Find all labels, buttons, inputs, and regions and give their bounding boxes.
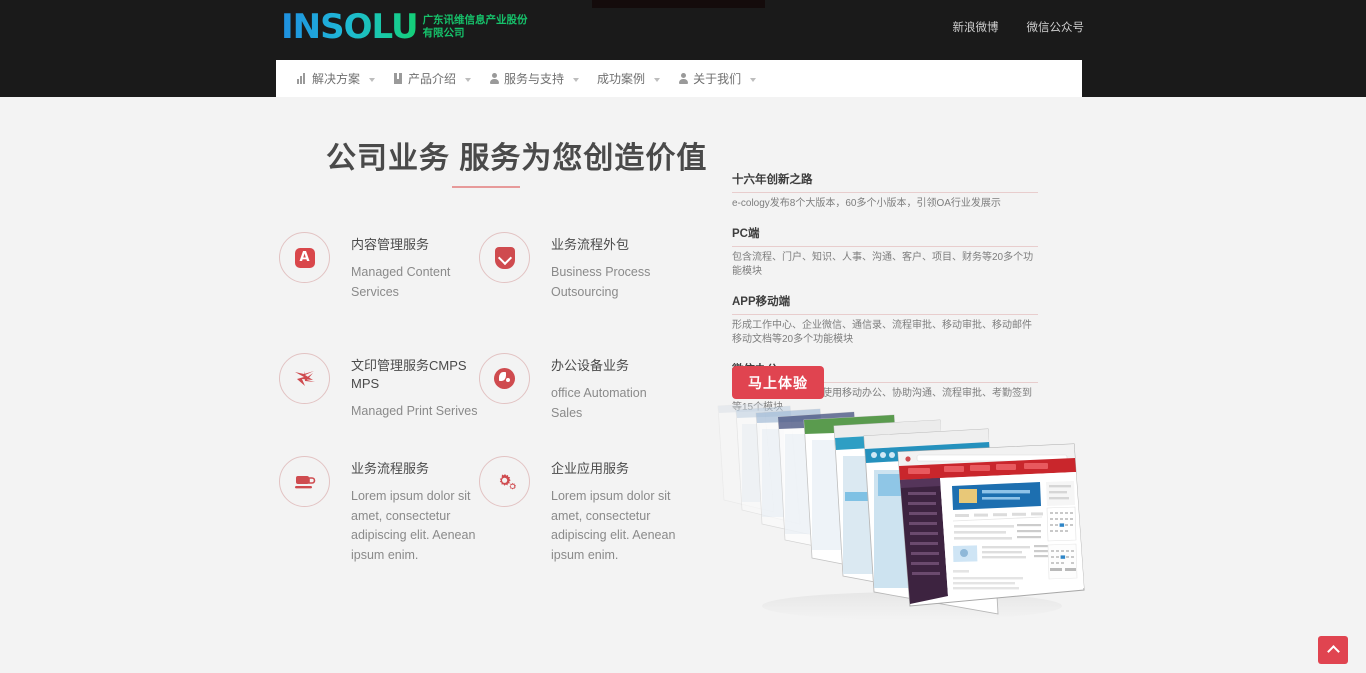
service-title: 内容管理服务 <box>351 237 430 252</box>
globe-icon <box>494 368 515 389</box>
service-text: 文印管理服务CMPS MPS Managed Print Serives <box>351 353 479 422</box>
service-item-business-process-service[interactable]: 业务流程服务 Lorem ipsum dolor sit amet, conse… <box>279 456 479 565</box>
service-icon-circle <box>479 456 530 507</box>
feature-title: PC端 <box>732 226 1038 247</box>
nav-item-services-support[interactable]: 服务与支持 <box>480 60 588 97</box>
service-title: 文印管理服务CMPS MPS <box>351 358 467 391</box>
service-icon-circle <box>279 353 330 404</box>
service-description: Business Process Outsourcing <box>551 265 651 299</box>
service-item-business-process-outsourcing[interactable]: 业务流程外包 Business Process Outsourcing <box>479 232 679 302</box>
person-icon <box>489 73 500 84</box>
service-text: 业务流程服务 Lorem ipsum dolor sit amet, conse… <box>351 456 479 565</box>
nav-item-cases-label: 成功案例 <box>597 71 646 86</box>
nav-item-about-us[interactable]: 关于我们 <box>669 60 765 97</box>
service-description: Managed Print Serives <box>351 404 478 418</box>
services-row: 业务流程服务 Lorem ipsum dolor sit amet, conse… <box>279 456 679 565</box>
product-screenshot-stack <box>712 400 1092 625</box>
service-text: 企业应用服务 Lorem ipsum dolor sit amet, conse… <box>551 456 679 565</box>
logo-wordmark: INSOLU <box>281 7 419 47</box>
chevron-down-icon <box>654 77 661 82</box>
gears-icon <box>499 473 516 489</box>
book-icon <box>393 73 403 84</box>
title-underline <box>452 186 520 188</box>
service-description: Managed Content Services <box>351 265 451 299</box>
services-row: A 内容管理服务 Managed Content Services 业务流程外包… <box>279 232 679 302</box>
service-icon-circle: A <box>279 232 330 283</box>
social-link-wechat[interactable]: 微信公众号 <box>1027 21 1085 35</box>
service-text: 业务流程外包 Business Process Outsourcing <box>551 232 679 302</box>
chevron-down-icon <box>573 77 580 82</box>
service-icon-circle <box>479 232 530 283</box>
chevron-down-icon <box>465 77 472 82</box>
feature-description: e-cology发布8个大版本，60多个小版本，引领OA行业发展示 <box>732 198 1001 209</box>
service-description: Lorem ipsum dolor sit amet, consectetur … <box>351 489 476 562</box>
site-logo[interactable]: INSOLU 广东讯维信息产业股份 有限公司 <box>281 10 528 44</box>
top-accent-stripe <box>592 0 765 8</box>
nav-item-services-support-label: 服务与支持 <box>504 71 565 86</box>
service-title: 业务流程服务 <box>351 461 430 476</box>
person-icon <box>678 73 689 84</box>
service-item-office-automation[interactable]: 办公设备业务 office Automation Sales <box>479 353 679 423</box>
page-title: 公司业务 服务为您创造价值 <box>326 142 708 175</box>
feature-item-pc: PC端 包含流程、门户、知识、人事、沟通、客户、项目、财务等20多个功能模块 <box>732 226 1038 279</box>
service-icon-circle <box>279 456 330 507</box>
social-link-weibo[interactable]: 新浪微博 <box>953 21 999 35</box>
service-item-managed-content[interactable]: A 内容管理服务 Managed Content Services <box>279 232 479 302</box>
service-item-enterprise-application[interactable]: 企业应用服务 Lorem ipsum dolor sit amet, conse… <box>479 456 679 565</box>
service-item-managed-print[interactable]: 文印管理服务CMPS MPS Managed Print Serives <box>279 353 479 423</box>
logo-company-name-cn: 广东讯维信息产业股份 有限公司 <box>422 14 528 39</box>
social-links: 新浪微博 微信公众号 <box>953 21 1085 35</box>
service-description: Lorem ipsum dolor sit amet, consectetur … <box>551 489 676 562</box>
feature-item-innovation: 十六年创新之路 e-cology发布8个大版本，60多个小版本，引领OA行业发展… <box>732 172 1038 211</box>
nav-item-products[interactable]: 产品介绍 <box>384 60 480 97</box>
services-row: 文印管理服务CMPS MPS Managed Print Serives 办公设… <box>279 353 679 423</box>
service-icon-circle <box>479 353 530 404</box>
feature-description: 包含流程、门户、知识、人事、沟通、客户、项目、财务等20多个功能模块 <box>732 252 1034 277</box>
shield-chevron-down-icon <box>494 246 515 269</box>
chevron-down-icon <box>750 77 757 82</box>
feature-title: 十六年创新之路 <box>732 172 1038 193</box>
service-title: 企业应用服务 <box>551 461 630 476</box>
nav-item-about-us-label: 关于我们 <box>693 71 742 86</box>
nav-item-solutions-label: 解决方案 <box>312 71 361 86</box>
screenshot-stack-illustration <box>717 402 1085 620</box>
back-to-top-button[interactable] <box>1318 636 1348 664</box>
nav-item-solutions[interactable]: 解决方案 <box>288 60 384 97</box>
feature-description: 形成工作中心、企业微信、通信录、流程审批、移动审批、移动邮件移动文档等20多个功… <box>732 320 1032 345</box>
site-header: INSOLU 广东讯维信息产业股份 有限公司 新浪微博 微信公众号 解决方案 产… <box>0 0 1366 97</box>
bowtie-print-icon <box>294 370 315 386</box>
feature-item-app-mobile: APP移动端 形成工作中心、企业微信、通信录、流程审批、移动审批、移动邮件移动文… <box>732 294 1038 347</box>
letter-a-icon: A <box>294 247 315 268</box>
service-text: 内容管理服务 Managed Content Services <box>351 232 479 302</box>
nav-item-products-label: 产品介绍 <box>408 71 457 86</box>
chevron-up-icon <box>1326 645 1340 658</box>
service-title: 办公设备业务 <box>551 358 630 373</box>
services-grid: A 内容管理服务 Managed Content Services 业务流程外包… <box>279 232 679 565</box>
chart-icon <box>297 73 307 84</box>
service-text: 办公设备业务 office Automation Sales <box>551 353 679 423</box>
page-root: INSOLU 广东讯维信息产业股份 有限公司 新浪微博 微信公众号 解决方案 产… <box>0 0 1366 673</box>
chevron-down-icon <box>369 77 376 82</box>
service-description: office Automation Sales <box>551 386 647 420</box>
feature-title: APP移动端 <box>732 294 1038 315</box>
nav-item-cases[interactable]: 成功案例 <box>588 60 669 97</box>
cup-icon <box>294 475 315 488</box>
service-title: 业务流程外包 <box>551 237 630 252</box>
main-navigation: 解决方案 产品介绍 服务与支持 成功案例 关于我们 <box>276 60 1082 97</box>
try-now-button[interactable]: 马上体验 <box>732 366 824 399</box>
